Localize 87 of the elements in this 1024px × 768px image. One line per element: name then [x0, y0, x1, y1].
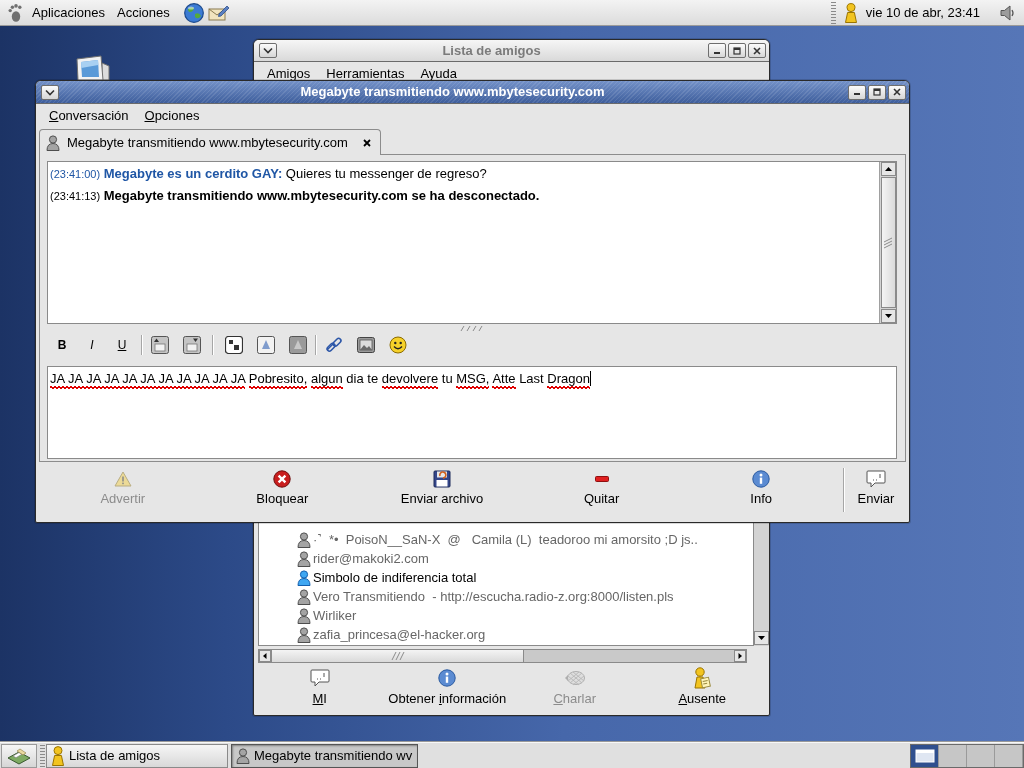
message-button[interactable]: MI [256, 666, 384, 715]
speaker-icon[interactable] [1000, 4, 1016, 21]
squares-tile-icon[interactable] [225, 336, 243, 354]
arrow-tile-icon[interactable] [183, 336, 201, 354]
window-title: Megabyte transmitiendo www.mbytesecurity.com [299, 84, 606, 100]
person-note-icon [693, 666, 712, 689]
desktop-icon [7, 746, 31, 765]
block-button[interactable]: Bloquear [202, 462, 363, 522]
arrow-tile-icon[interactable] [151, 336, 169, 354]
chevron-icon [263, 47, 273, 54]
send-button[interactable]: Enviar [845, 462, 906, 522]
scrollbar-thumb[interactable] [271, 650, 524, 662]
scrollbar-thumb[interactable] [880, 177, 896, 308]
minus-icon [594, 475, 609, 482]
speech-bubble-icon [865, 469, 886, 488]
horizontal-scrollbar[interactable] [258, 649, 747, 663]
hatched-oval-icon [563, 669, 586, 686]
grip-icon [390, 652, 405, 660]
taskbar-button[interactable]: Lista de amigos [46, 743, 228, 768]
triangle-tile-icon[interactable] [257, 336, 275, 354]
buddy-name[interactable]: zafia_princesa@el-hacker.org [313, 626, 486, 643]
menu-item[interactable]: Amigos [259, 64, 319, 84]
underline-button[interactable]: U [107, 333, 137, 357]
window-thumbnail-icon [914, 748, 935, 763]
maximize-button[interactable] [868, 84, 886, 100]
close-icon [893, 88, 901, 96]
show-desktop-button[interactable] [1, 743, 37, 768]
chain-link-icon[interactable] [325, 336, 343, 354]
buddy-name[interactable]: Vero Transmitiendo - http://escucha.radio-z.org:8000/listen.pls [313, 588, 674, 605]
person-icon [51, 745, 65, 766]
conversation-tab[interactable]: Megabyte transmitiendo www.mbytesecurity.com [39, 129, 381, 155]
close-icon [753, 46, 761, 55]
chevron-icon [45, 88, 55, 96]
person-icon [46, 134, 60, 151]
bold-button[interactable]: B [47, 333, 77, 357]
person-icon [236, 747, 250, 764]
send-file-button[interactable]: Enviar archivo [362, 462, 522, 522]
foot-icon[interactable] [8, 3, 22, 22]
maximize-button[interactable] [728, 43, 746, 58]
italic-button[interactable]: I [77, 333, 107, 357]
warning-icon [113, 470, 132, 487]
minimize-button[interactable] [708, 43, 726, 58]
chat-message: (23:41:00) Megabyte es un cerdito GAY: Quieres tu messenger de regreso? [50, 165, 488, 183]
message-input[interactable]: JA JA JA JA JA JA JA JA JA JA JA Pobresito, algun dia te devolvere tu MSG, Atte Last Dragon [47, 366, 897, 459]
drag-handle[interactable] [40, 744, 45, 767]
vertical-scrollbar[interactable] [879, 162, 896, 323]
envelope-pen-icon[interactable] [207, 3, 230, 22]
minimize-button[interactable] [848, 84, 866, 100]
speech-bubble-icon [309, 668, 330, 687]
text-cursor [590, 371, 591, 386]
menu-item[interactable]: Conversación [41, 106, 137, 126]
panel-menu[interactable]: Aplicaciones [26, 2, 111, 23]
info-icon [438, 668, 457, 687]
globe-icon[interactable] [183, 2, 204, 23]
grip-icon [884, 236, 892, 249]
panel-clock[interactable]: vie 10 de abr, 23:41 [861, 4, 984, 21]
buddy-name[interactable]: rider@makoki2.com [313, 550, 429, 567]
remove-button[interactable]: Quitar [521, 462, 682, 522]
person-icon[interactable] [843, 2, 858, 23]
info-button[interactable]: Info [681, 462, 841, 522]
menu-item[interactable]: Herramientas [318, 64, 413, 84]
close-icon[interactable] [363, 138, 371, 147]
close-button[interactable] [888, 84, 906, 100]
info-button[interactable]: Obtener información [383, 666, 511, 715]
buddy-name[interactable]: Wirliker [313, 607, 357, 624]
cancel-icon [273, 469, 292, 488]
vertical-scrollbar[interactable] [753, 523, 769, 646]
panel-menu[interactable]: Acciones [111, 2, 176, 23]
buddy-name[interactable]: ·˺ *• PoisoN__SaN-X @ Camila (L) teadoroo mi amorsito ;D js.. [313, 531, 698, 548]
workspace-button[interactable] [911, 744, 939, 767]
menu-item[interactable]: Ayuda [412, 64, 466, 84]
window-menu-button[interactable] [41, 84, 59, 100]
maximize-icon [873, 88, 881, 96]
chat-message: (23:41:13) Megabyte transmitiendo www.mbytesecurity.com se ha desconectado. [50, 187, 541, 205]
pane-grip-icon[interactable] [459, 326, 485, 331]
maximize-icon [733, 46, 741, 55]
taskbar-button[interactable]: Megabyte transmitiendo wv [231, 743, 419, 768]
menu-item[interactable]: Opciones [136, 106, 208, 126]
picture-icon[interactable] [357, 337, 375, 353]
window-title: Lista de amigos [441, 42, 542, 59]
close-button[interactable] [748, 43, 766, 58]
away-button[interactable]: Ausente [638, 666, 766, 715]
buddy-name[interactable]: Simbolo de indiferencia total [313, 569, 477, 586]
triangle-tile-icon[interactable] [289, 336, 307, 354]
window-menu-button[interactable] [259, 43, 277, 58]
info-icon [752, 469, 771, 488]
smiley-icon[interactable] [389, 336, 407, 354]
